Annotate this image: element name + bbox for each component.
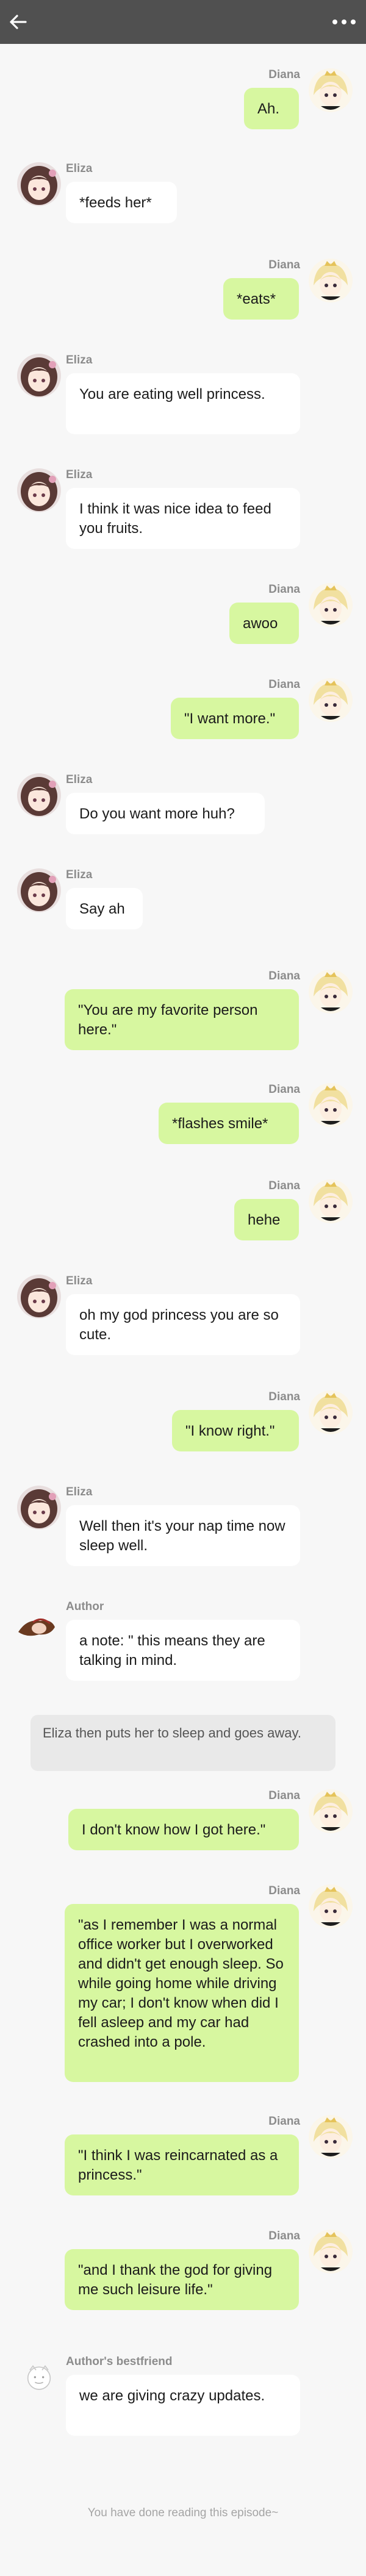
speaker-name: Diana: [268, 259, 300, 271]
message-row: Diana "I want more.": [0, 678, 366, 745]
diana-avatar: [309, 1884, 353, 1928]
eliza-avatar: [17, 468, 61, 512]
diana-avatar: [309, 2115, 353, 2159]
diana-avatar: [309, 1083, 353, 1127]
message-row: Diana "I think I was reincarnated as a p…: [0, 2115, 366, 2200]
speaker-name: Diana: [268, 970, 300, 982]
message-bubble: *flashes smile*: [159, 1103, 299, 1144]
eliza-avatar: [17, 868, 61, 912]
message-bubble: I think it was nice idea to feed you fru…: [66, 488, 300, 549]
speaker-name: Diana: [268, 68, 300, 81]
speaker-name: Diana: [268, 583, 300, 596]
message-row: Diana Ah.: [0, 68, 366, 135]
message-row: Eliza Do you want more huh?: [0, 773, 366, 840]
message-row: Diana "I know right.": [0, 1390, 366, 1458]
bestfriend-avatar: [21, 2359, 57, 2395]
message-bubble: a note: " this means they are talking in…: [66, 1620, 300, 1681]
diana-avatar: [309, 1789, 353, 1833]
message-row: Eliza I think it was nice idea to feed y…: [0, 468, 366, 554]
speaker-name: Diana: [268, 1884, 300, 1897]
message-row: Eliza Well then it's your nap time now s…: [0, 1486, 366, 1571]
message-bubble: "as I remember I was a normal office wor…: [65, 1904, 299, 2082]
author-avatar: [15, 1600, 59, 1644]
speaker-name: Eliza: [66, 868, 93, 881]
eliza-avatar: [17, 773, 61, 817]
eliza-avatar: [17, 1486, 61, 1530]
message-row: Author's bestfriend we are giving crazy …: [0, 2355, 366, 2441]
message-bubble: Well then it's your nap time now sleep w…: [66, 1505, 300, 1566]
message-bubble: Ah.: [244, 88, 299, 129]
message-row: Diana I don't know how I got here.": [0, 1789, 366, 1856]
diana-avatar: [309, 678, 353, 722]
message-row: Diana "You are my favorite person here.": [0, 970, 366, 1055]
end-of-episode-text: You have done reading this episode~: [87, 2506, 279, 2519]
message-bubble: Do you want more huh?: [66, 793, 265, 834]
message-row: Diana "as I remember I was a normal offi…: [0, 1884, 366, 2086]
message-bubble: awoo: [229, 603, 299, 644]
message-row: Author a note: " this means they are tal…: [0, 1600, 366, 1686]
message-bubble: *feeds her*: [66, 182, 177, 223]
back-arrow-icon: [10, 15, 27, 29]
eliza-avatar: [17, 1275, 61, 1318]
message-bubble: oh my god princess you are so cute.: [66, 1294, 300, 1355]
message-bubble: hehe: [234, 1199, 299, 1240]
message-bubble: I don't know how I got here.": [68, 1809, 299, 1850]
speaker-name: Author: [66, 1600, 104, 1613]
message-bubble: "I think I was reincarnated as a princes…: [65, 2134, 299, 2195]
diana-avatar: [309, 1179, 353, 1223]
back-button[interactable]: [5, 9, 32, 35]
diana-avatar: [309, 583, 353, 627]
diana-avatar: [309, 970, 353, 1014]
speaker-name: Diana: [268, 2230, 300, 2242]
speaker-name: Eliza: [66, 468, 93, 481]
message-bubble: "and I thank the god for giving me such …: [65, 2249, 299, 2310]
top-bar: [0, 0, 366, 44]
eliza-avatar: [17, 354, 61, 398]
message-bubble: "You are my favorite person here.": [65, 989, 299, 1050]
speaker-name: Diana: [268, 1390, 300, 1403]
speaker-name: Diana: [268, 1789, 300, 1802]
speaker-name: Diana: [268, 678, 300, 691]
diana-avatar: [309, 259, 353, 302]
message-bubble: Say ah: [66, 888, 143, 929]
message-row: Eliza oh my god princess you are so cute…: [0, 1275, 366, 1360]
diana-avatar: [309, 1390, 353, 1434]
message-row: Diana awoo: [0, 583, 366, 650]
more-options-button[interactable]: [328, 9, 360, 35]
speaker-name: Author's bestfriend: [66, 2355, 173, 2368]
message-row: Diana "and I thank the god for giving me…: [0, 2230, 366, 2315]
speaker-name: Eliza: [66, 773, 93, 786]
speaker-name: Eliza: [66, 1486, 93, 1498]
message-row: Eliza You are eating well princess.: [0, 354, 366, 439]
speaker-name: Diana: [268, 1179, 300, 1192]
speaker-name: Eliza: [66, 162, 93, 175]
message-bubble: we are giving crazy updates.: [66, 2375, 300, 2436]
message-row: Eliza *feeds her*: [0, 162, 366, 229]
message-row: Diana *eats*: [0, 259, 366, 326]
narration-box: Eliza then puts her to sleep and goes aw…: [30, 1715, 336, 1771]
message-bubble: "I know right.": [172, 1410, 299, 1451]
speaker-name: Diana: [268, 1083, 300, 1096]
speaker-name: Diana: [268, 2115, 300, 2128]
more-dots-icon: [332, 20, 356, 24]
message-row: Diana hehe: [0, 1179, 366, 1247]
message-row: Eliza Say ah: [0, 868, 366, 936]
speaker-name: Eliza: [66, 1275, 93, 1287]
message-bubble: *eats*: [223, 278, 299, 320]
diana-avatar: [309, 68, 353, 112]
message-bubble: You are eating well princess.: [66, 373, 300, 434]
eliza-avatar: [17, 162, 61, 206]
message-row: Diana *flashes smile*: [0, 1083, 366, 1150]
message-bubble: "I want more.": [171, 698, 299, 739]
diana-avatar: [309, 2230, 353, 2274]
speaker-name: Eliza: [66, 354, 93, 367]
